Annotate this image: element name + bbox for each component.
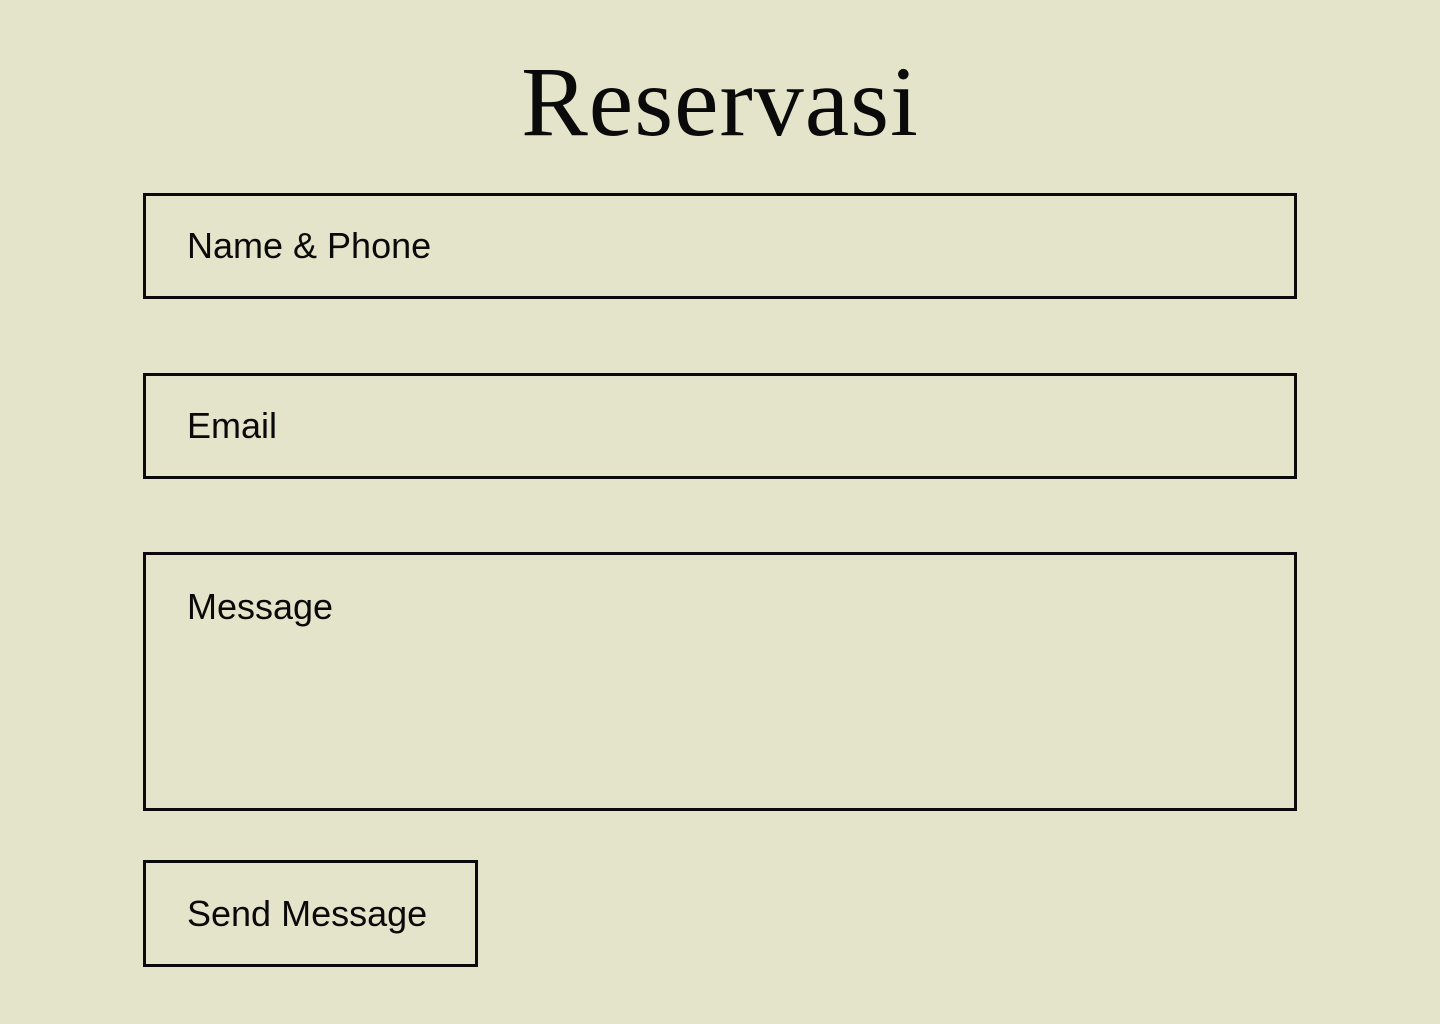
message-textarea[interactable] [143,552,1297,811]
page-title: Reservasi [521,46,919,157]
name-phone-input[interactable] [143,193,1297,299]
email-input[interactable] [143,373,1297,479]
send-message-button[interactable]: Send Message [143,860,478,967]
